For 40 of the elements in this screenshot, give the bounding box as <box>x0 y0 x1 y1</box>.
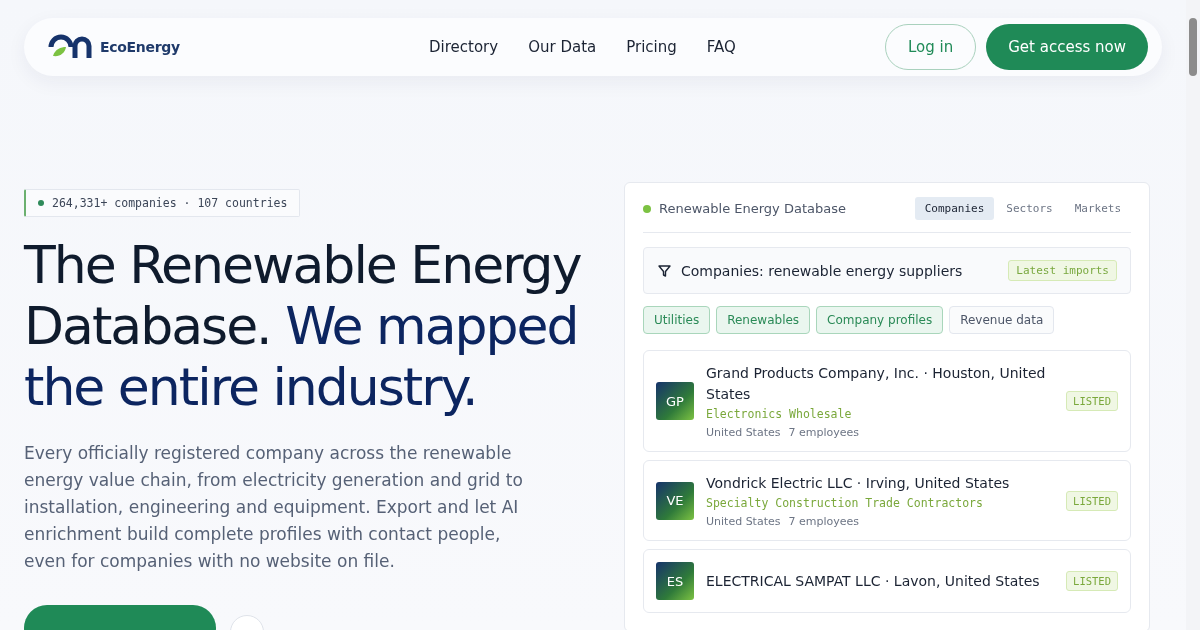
panel-tab[interactable]: Sectors <box>996 197 1063 220</box>
get-access-button[interactable]: Get access now <box>986 24 1148 70</box>
company-name: Grand Products Company, Inc. · Houston, United States <box>706 364 1047 404</box>
hero-description: Every officially registered company across the renewable energy value chain, from electricity generation and grid to installation, engineering and equipment. Export and let AI enrichment build complete profiles with contact people, even for companies with no website on file. <box>24 442 524 573</box>
filter-icon <box>658 264 671 277</box>
filter-chip[interactable]: Utilities <box>643 306 711 334</box>
company-category: Specialty Construction Trade Contractors <box>706 496 984 510</box>
status-dot <box>643 204 651 213</box>
panel-tab[interactable]: Markets <box>1064 197 1131 220</box>
logo-text[interactable]: EcoEnergy <box>100 39 180 55</box>
filter-chip[interactable]: Renewables <box>716 306 811 334</box>
stats-badge: 264,331+ companies · 107 countries <box>24 189 301 217</box>
company-country: United States <box>706 515 781 528</box>
hero-heading: The Renewable Energy Database. We mapped the entire industry. <box>24 235 582 418</box>
company-card[interactable]: VE Vondrick Electric LLC · Irving, United States Specialty Construction Trade Contractors United States 7 employees LISTED <box>643 460 1131 541</box>
company-card[interactable]: ES ELECTRICAL SAMPAT LLC · Lavon, United States LISTED <box>643 549 1131 613</box>
panel-tab[interactable]: Companies <box>914 197 995 220</box>
nav-link[interactable]: Our Data <box>528 38 597 56</box>
employee-count: 7 employees <box>788 426 860 439</box>
status-badge: LISTED <box>1066 391 1118 411</box>
company-card[interactable]: GP Grand Products Company, Inc. · Houston, United States Electronics Wholesale United States 7 employees LISTED <box>643 350 1131 452</box>
scrollbar[interactable] <box>1186 0 1200 630</box>
company-country: United States <box>706 426 781 439</box>
company-avatar: VE <box>656 481 694 520</box>
nav-link[interactable]: FAQ <box>706 38 736 56</box>
company-name: ELECTRICAL SAMPAT LLC · Lavon, United States <box>706 571 1041 591</box>
latest-imports-tag: Latest imports <box>1008 260 1117 281</box>
employee-count: 7 employees <box>788 515 860 528</box>
panel-title: Renewable Energy Database <box>659 201 847 216</box>
query-text: Companies: renewable energy suppliers <box>681 262 964 279</box>
nav-link[interactable]: Directory <box>429 38 499 56</box>
filter-chip[interactable]: Revenue data <box>949 306 1055 334</box>
filter-chip[interactable]: Company profiles <box>816 306 944 334</box>
status-badge: LISTED <box>1066 490 1118 511</box>
company-name: Vondrick Electric LLC · Irving, United States <box>706 474 1011 493</box>
status-badge: LISTED <box>1066 571 1118 591</box>
company-avatar: GP <box>656 382 694 420</box>
company-avatar: ES <box>656 562 694 600</box>
company-category: Electronics Wholesale <box>706 407 853 421</box>
nav-link[interactable]: Pricing <box>626 38 677 56</box>
